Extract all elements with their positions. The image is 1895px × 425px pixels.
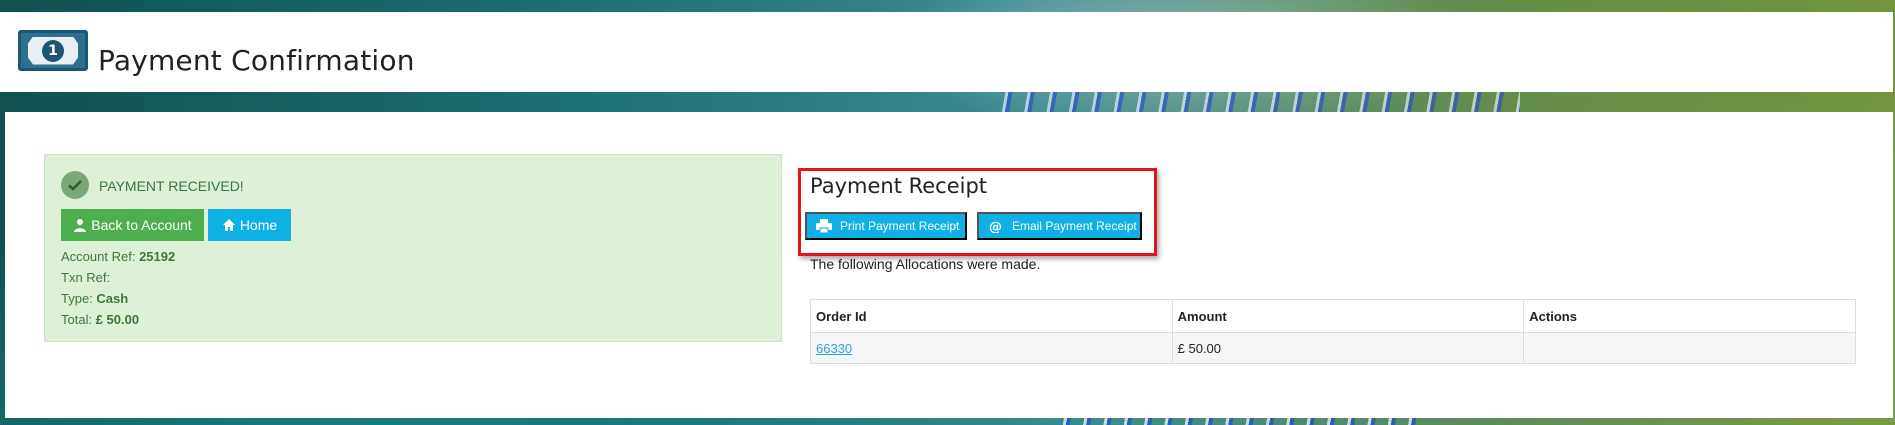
page-title: Payment Confirmation bbox=[98, 44, 415, 77]
back-to-account-label: Back to Account bbox=[91, 217, 192, 233]
column-header-actions: Actions bbox=[1523, 299, 1856, 333]
user-icon bbox=[74, 219, 87, 232]
svg-text:@: @ bbox=[989, 220, 1002, 233]
home-icon bbox=[222, 219, 235, 231]
total-value: £ 50.00 bbox=[95, 312, 140, 327]
main-content: PAYMENT RECEIVED! Back to Account Home A… bbox=[5, 112, 1893, 418]
receipt-title: Payment Receipt bbox=[810, 174, 988, 198]
type-line: Type: Cash bbox=[61, 291, 128, 306]
actions-cell bbox=[1523, 332, 1856, 364]
alert-title: PAYMENT RECEIVED! bbox=[99, 178, 244, 194]
print-receipt-button[interactable]: Print Payment Receipt bbox=[805, 212, 967, 240]
table-header-row: Order Id Amount Actions bbox=[810, 299, 1856, 333]
txn-ref-line: Txn Ref: bbox=[61, 270, 110, 285]
column-header-order-id: Order Id bbox=[810, 299, 1173, 333]
type-value: Cash bbox=[96, 291, 129, 306]
logo-digit: 1 bbox=[42, 39, 64, 62]
account-ref-label: Account Ref: bbox=[61, 249, 136, 264]
at-sign-icon: @ bbox=[989, 220, 1002, 233]
type-label: Type: bbox=[61, 291, 93, 306]
total-line: Total: £ 50.00 bbox=[61, 312, 139, 327]
allocations-table: Order Id Amount Actions 66330 £ 50.00 bbox=[810, 299, 1856, 364]
total-label: Total: bbox=[61, 312, 93, 327]
home-button[interactable]: Home bbox=[208, 209, 291, 241]
printer-icon bbox=[816, 219, 832, 233]
email-receipt-button[interactable]: @ Email Payment Receipt bbox=[977, 212, 1142, 240]
account-ref-value: 25192 bbox=[139, 249, 176, 264]
payment-success-alert: PAYMENT RECEIVED! Back to Account Home A… bbox=[44, 154, 782, 342]
check-circle-icon bbox=[61, 171, 89, 199]
account-ref-line: Account Ref: 25192 bbox=[61, 249, 175, 264]
back-to-account-button[interactable]: Back to Account bbox=[61, 209, 204, 241]
txn-ref-label: Txn Ref: bbox=[61, 270, 111, 285]
order-id-link[interactable]: 66330 bbox=[816, 341, 852, 356]
home-label: Home bbox=[239, 217, 278, 233]
allocations-text: The following Allocations were made. bbox=[810, 256, 1041, 272]
amount-cell: £ 50.00 bbox=[1171, 332, 1525, 364]
column-header-amount: Amount bbox=[1171, 299, 1525, 333]
banknote-icon: 1 bbox=[18, 30, 88, 71]
email-receipt-label: Email Payment Receipt bbox=[1012, 219, 1137, 233]
table-row: 66330 £ 50.00 bbox=[810, 332, 1856, 364]
print-receipt-label: Print Payment Receipt bbox=[840, 219, 960, 233]
